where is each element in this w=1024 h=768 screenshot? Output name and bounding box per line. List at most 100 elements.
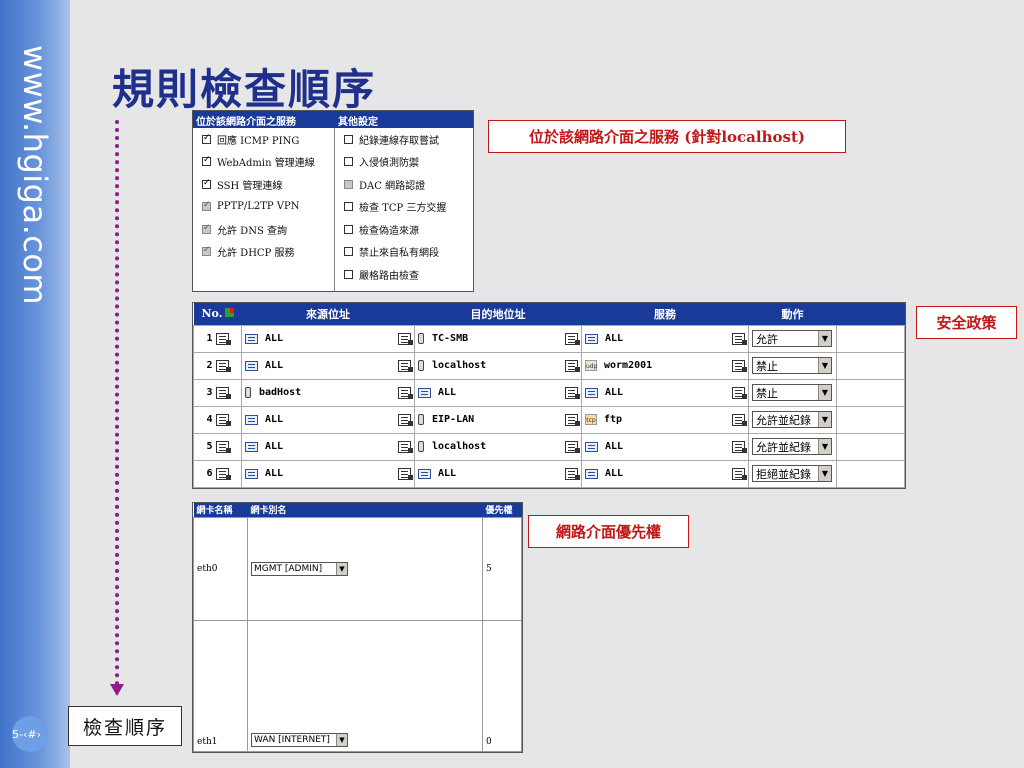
other-setting-checkbox[interactable]: [344, 247, 353, 257]
policy-source-object[interactable]: ALL: [245, 414, 283, 425]
policy-destination-object[interactable]: TC-SMB: [418, 333, 469, 345]
edit-list-icon[interactable]: [732, 359, 747, 372]
action-select[interactable]: 允許並紀錄 ▼: [752, 438, 832, 456]
other-setting-item[interactable]: 嚴格路由檢查: [335, 263, 473, 286]
action-select[interactable]: 拒絕並紀錄 ▼: [752, 465, 832, 483]
edit-list-icon[interactable]: [565, 413, 580, 426]
edit-list-icon[interactable]: [565, 332, 580, 345]
policy-service-cell: ALL: [581, 459, 749, 489]
edit-list-icon[interactable]: [732, 413, 747, 426]
sidebar-band: www.hgiga.com 5-‹#›: [0, 0, 70, 768]
policy-source-object[interactable]: ALL: [245, 441, 283, 452]
other-setting-item[interactable]: DAC 網路認證: [335, 173, 473, 196]
col-header-priority: 優先權: [482, 503, 522, 517]
service-checkbox[interactable]: [202, 155, 211, 167]
other-setting-label: 入侵偵測防禦: [359, 158, 419, 170]
edit-list-icon[interactable]: [398, 467, 413, 480]
edit-list-icon[interactable]: [398, 359, 413, 372]
policy-service-object[interactable]: udp worm2001: [585, 360, 652, 372]
other-setting-item[interactable]: 檢查偽造來源: [335, 218, 473, 241]
chevron-down-icon[interactable]: ▼: [818, 385, 831, 401]
network-object-icon: [245, 414, 258, 425]
chevron-down-icon[interactable]: ▼: [818, 439, 831, 455]
edit-list-icon[interactable]: [398, 332, 413, 345]
edit-rule-icon[interactable]: [215, 332, 231, 345]
edit-list-icon[interactable]: [565, 359, 580, 372]
service-item[interactable]: 回應 ICMP PING: [193, 128, 334, 151]
nic-alias-select[interactable]: WAN [INTERNET] ▼: [251, 733, 348, 747]
edit-rule-icon[interactable]: [215, 413, 231, 426]
service-item[interactable]: WebAdmin 管理連線: [193, 151, 334, 174]
other-setting-checkbox[interactable]: [344, 202, 353, 212]
other-setting-checkbox[interactable]: [344, 224, 353, 234]
policy-source-content: ALL: [245, 413, 413, 426]
col-header-nic-name: 網卡名稱: [193, 503, 248, 517]
policy-destination-object[interactable]: ALL: [418, 387, 456, 398]
edit-list-icon[interactable]: [565, 467, 580, 480]
policy-source-object[interactable]: badHost: [245, 387, 301, 399]
action-select[interactable]: 禁止 ▼: [752, 384, 832, 402]
policy-destination-object[interactable]: ALL: [418, 468, 456, 479]
policy-destination-content: EIP-LAN: [418, 413, 580, 426]
other-setting-item[interactable]: 紀錄連線存取嘗試: [335, 128, 473, 151]
policy-service-object[interactable]: tcp ftp: [585, 414, 622, 426]
brand-url: www.hgiga.com: [16, 44, 54, 306]
edit-list-icon[interactable]: [565, 440, 580, 453]
other-setting-checkbox[interactable]: [344, 134, 353, 144]
policy-service-object[interactable]: ALL: [585, 468, 623, 479]
edit-rule-icon[interactable]: [215, 440, 231, 453]
chevron-down-icon[interactable]: ▼: [336, 562, 347, 575]
chevron-down-icon[interactable]: ▼: [336, 734, 347, 746]
service-item[interactable]: 允許 DNS 查詢: [193, 218, 334, 241]
other-setting-item[interactable]: 檢查 TCP 三方交握: [335, 196, 473, 219]
order-arrow-line: [115, 120, 119, 686]
table-row: 5 ALL localhost ALL 允許並紀錄 ▼: [193, 432, 905, 461]
policy-destination-object[interactable]: localhost: [418, 360, 486, 372]
policy-source-object[interactable]: ALL: [245, 333, 283, 344]
table-row: 4 ALL EIP-LAN tcp ftp 允許並紀錄 ▼: [193, 405, 905, 434]
policy-source-cell: ALL: [241, 405, 415, 434]
chevron-down-icon[interactable]: ▼: [818, 466, 831, 482]
service-item[interactable]: SSH 管理連線: [193, 173, 334, 196]
other-setting-item[interactable]: 入侵偵測防禦: [335, 151, 473, 174]
action-select[interactable]: 允許 ▼: [752, 330, 832, 348]
edit-list-icon[interactable]: [732, 332, 747, 345]
edit-list-icon[interactable]: [732, 440, 747, 453]
other-setting-label: DAC 網路認證: [359, 180, 426, 192]
nic-alias-select[interactable]: MGMT [ADMIN] ▼: [251, 561, 348, 576]
policy-source-object[interactable]: ALL: [245, 468, 283, 479]
edit-list-icon[interactable]: [398, 440, 413, 453]
edit-list-icon[interactable]: [398, 386, 413, 399]
other-setting-checkbox[interactable]: [344, 269, 353, 279]
policy-no-cell: 5: [193, 432, 242, 461]
edit-list-icon[interactable]: [565, 386, 580, 399]
chevron-down-icon[interactable]: ▼: [818, 358, 831, 374]
edit-rule-icon[interactable]: [215, 386, 231, 399]
other-setting-checkbox[interactable]: [344, 157, 353, 167]
policy-destination-value: TC-SMB: [432, 333, 469, 345]
policy-service-object[interactable]: ALL: [585, 441, 623, 452]
service-checkbox[interactable]: [202, 178, 211, 189]
action-select[interactable]: 禁止 ▼: [752, 357, 832, 375]
policy-service-object[interactable]: ALL: [585, 387, 623, 398]
other-setting-item[interactable]: 禁止來自私有網段: [335, 241, 473, 264]
service-item[interactable]: 允許 DHCP 服務: [193, 241, 334, 264]
service-item[interactable]: PPTP/L2TP VPN: [193, 196, 334, 219]
policy-rule-number: 4: [197, 413, 238, 426]
policy-destination-object[interactable]: EIP-LAN: [418, 414, 474, 426]
service-checkbox[interactable]: [202, 133, 211, 144]
col-header-service: 服務: [581, 303, 749, 325]
edit-list-icon[interactable]: [398, 413, 413, 426]
chevron-down-icon[interactable]: ▼: [818, 331, 831, 347]
policy-source-object[interactable]: ALL: [245, 360, 283, 371]
nic-name: eth0: [193, 516, 248, 621]
edit-list-icon[interactable]: [732, 467, 747, 480]
edit-rule-icon[interactable]: [215, 467, 231, 480]
edit-rule-icon[interactable]: [215, 359, 231, 372]
policy-service-object[interactable]: ALL: [585, 333, 623, 344]
policy-service-cell: ALL: [581, 432, 749, 461]
chevron-down-icon[interactable]: ▼: [818, 412, 831, 428]
action-select[interactable]: 允許並紀錄 ▼: [752, 411, 832, 429]
edit-list-icon[interactable]: [732, 386, 747, 399]
policy-destination-object[interactable]: localhost: [418, 441, 486, 453]
